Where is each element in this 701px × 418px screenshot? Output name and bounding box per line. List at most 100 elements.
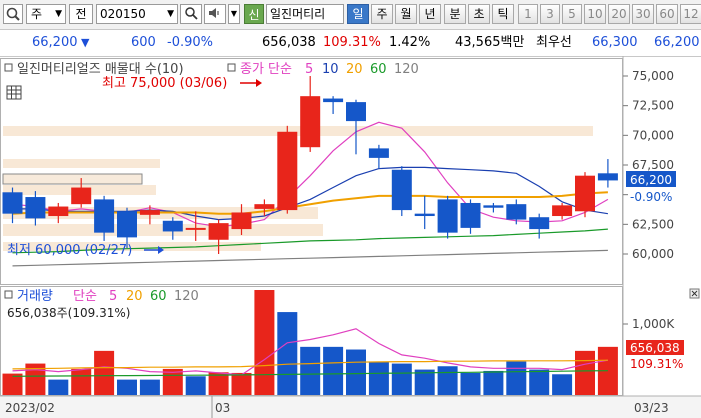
candle-body (437, 199, 458, 233)
period-tick-button[interactable]: 틱 (492, 4, 514, 24)
interval-button[interactable]: 3 (540, 4, 560, 24)
sound-dropdown[interactable]: ▼ (228, 4, 240, 24)
volume-profile-bar (3, 159, 160, 168)
volume-bar (300, 346, 321, 395)
price-change: 600 (131, 35, 156, 50)
period-second-button[interactable]: 초 (468, 4, 490, 24)
stock-chart[interactable]: 75,000 72,500 70,000 67,500 62,500 60,000 일진머… (0, 56, 701, 418)
price-y-tick-label: 60,000 (632, 247, 674, 261)
stock-name-field: 일진머티리 (266, 4, 344, 24)
interval-button[interactable]: 30 (632, 4, 654, 24)
best-ask-label: 최우선 (536, 35, 572, 50)
search-button[interactable] (180, 4, 202, 24)
candle-body (460, 202, 481, 228)
period-minute-button[interactable]: 분 (444, 4, 466, 24)
volume-profile-bar (2, 173, 143, 185)
volume-value-label: 656,038주(109.31%) (7, 306, 130, 320)
candle-body (529, 217, 550, 230)
candle-body (483, 205, 504, 208)
volume-bar (185, 376, 206, 395)
volume-bar (48, 379, 69, 395)
x-axis-bar (0, 396, 701, 418)
volume-bar (139, 379, 160, 395)
interval-button[interactable]: 60 (656, 4, 678, 24)
volume-bar (117, 379, 137, 395)
trade-amount: 43,565백만 (455, 35, 525, 50)
interval-button[interactable]: 1 (518, 4, 538, 24)
sound-button[interactable] (204, 4, 226, 24)
interval-label: 5 (568, 7, 576, 21)
interval-button[interactable]: 5 (562, 4, 582, 24)
candle-body (117, 211, 137, 238)
best-ask-price: 66,300 (592, 35, 638, 50)
candle-body (162, 220, 183, 232)
price-y-tick-label: 72,500 (632, 99, 674, 113)
volume-pct-tag: 109.31% (630, 357, 683, 371)
volume-bar (346, 349, 366, 395)
low-annotation: 최저 60,000 (02/27) (7, 243, 132, 258)
speaker-icon (209, 8, 219, 18)
price-change-pct: -0.90% (167, 35, 213, 50)
candle-body (208, 223, 229, 240)
volume-bar (94, 350, 115, 395)
volume-bar (460, 372, 481, 395)
period-month-button[interactable]: 월 (395, 4, 417, 24)
stock-name-value: 일진머티리 (270, 7, 326, 21)
x-label-end: 03/23 (634, 401, 669, 415)
stock-code-value: 020150 (100, 7, 146, 21)
volume-bar (231, 372, 252, 395)
candle-body (597, 173, 618, 181)
period-week-button[interactable]: 주 (371, 4, 393, 24)
candle-body (391, 169, 412, 211)
candle-body (368, 148, 389, 158)
candle-body (2, 192, 23, 214)
interval-label: 30 (635, 7, 651, 21)
vol-ma20-legend: 20 (126, 289, 143, 304)
period-month-label: 월 (400, 7, 412, 21)
close-panel-icon[interactable] (689, 288, 700, 299)
candle-body (25, 197, 46, 219)
ma10-legend: 10 (322, 62, 339, 77)
type-button[interactable]: 전 (69, 4, 93, 24)
interval-button[interactable]: 12 (680, 4, 701, 24)
candle-body (185, 227, 206, 230)
volume-y-tick: 1,000K (632, 317, 675, 331)
candle-body (254, 204, 275, 209)
market-select[interactable]: 주 ▼ (26, 4, 66, 24)
quote-info-bar: 66,200 ▼ 600 -0.90% 656,038 109.31% 1.42… (0, 30, 701, 57)
candle-body (506, 204, 527, 220)
interval-label: 60 (659, 7, 675, 21)
volume-bar (254, 290, 275, 395)
search-icon (185, 7, 198, 20)
magnifier-icon (6, 7, 20, 21)
ma20-legend: 20 (346, 62, 363, 77)
interval-button[interactable]: 10 (584, 4, 606, 24)
period-year-button[interactable]: 년 (419, 4, 441, 24)
change-pct-tag: -0.90% (630, 190, 672, 204)
current-price-tag-text: 66,200 (630, 173, 672, 187)
vol-ma5-legend: 5 (109, 289, 117, 304)
interval-label: 3 (546, 7, 554, 21)
turnover-rate: 1.42% (389, 35, 431, 50)
volume-bar (552, 374, 573, 395)
period-week-label: 주 (376, 7, 388, 21)
candle-body (277, 131, 298, 211)
data-table-icon[interactable] (6, 85, 22, 100)
candle-body (231, 212, 252, 230)
candle-body (552, 205, 573, 217)
candle-body (414, 213, 435, 217)
chevron-down-icon: ▼ (55, 9, 62, 19)
best-bid-price: 66,200 (654, 35, 700, 50)
vol-ma60-legend: 60 (150, 289, 167, 304)
chart-mode-icon[interactable] (3, 4, 23, 24)
candle-body (48, 206, 69, 217)
stock-code-input[interactable]: 020150 ▼ (96, 4, 178, 24)
volume-bar (368, 361, 389, 395)
credit-badge-label: 신 (248, 8, 260, 22)
volume-ratio: 109.31% (323, 35, 381, 50)
period-day-button[interactable]: 일 (347, 4, 369, 24)
candle-body (323, 98, 344, 103)
volume-panel-title: 거래량 (17, 289, 53, 304)
interval-button[interactable]: 20 (608, 4, 630, 24)
volume-bar (71, 368, 92, 395)
